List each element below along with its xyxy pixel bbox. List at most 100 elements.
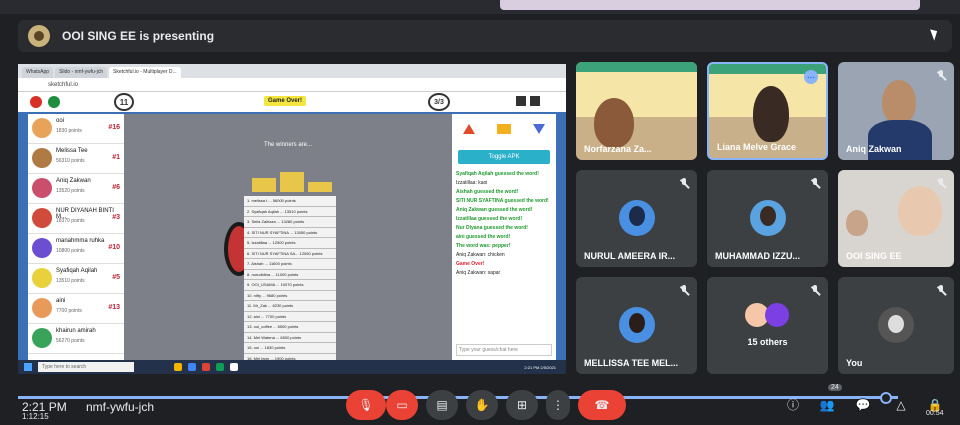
participant-name: Liana Melve Grace <box>717 142 797 152</box>
camera-off-icon: ▭ <box>396 398 408 412</box>
game-topbar: 11 Game Over! 3/3 <box>18 92 566 112</box>
taskbar-search[interactable]: Type here to search <box>38 362 134 372</box>
player-avatar <box>32 208 52 228</box>
chat-message: Izzatillaa: kaoi <box>456 180 488 186</box>
participant-tile[interactable]: Aniq Zakwan <box>838 62 954 160</box>
app-icon[interactable] <box>188 363 196 371</box>
leave-call-button[interactable]: ☎ <box>578 390 626 420</box>
participant-name: Norfarzana Za... <box>584 144 652 154</box>
participant-tile[interactable]: MELLISSA TEE MEL... <box>576 277 697 374</box>
app-icon[interactable] <box>174 363 182 371</box>
exit-icon[interactable] <box>30 96 42 108</box>
activities-icon[interactable]: △ <box>892 396 910 414</box>
player-avatar <box>32 118 52 138</box>
browser-tab[interactable]: WhatsApp <box>22 67 54 78</box>
player-rank: #13 <box>108 304 120 311</box>
score-row: 6. SITI NUR SYAFTINA SA... 12050 points <box>244 248 336 259</box>
player-points: 10800 points <box>56 248 85 254</box>
player-avatar <box>32 238 52 258</box>
presenter-label: OOI SING EE is presenting <box>62 29 215 43</box>
player-name: aini <box>56 298 66 304</box>
phone-hangup-icon: ☎ <box>594 398 610 412</box>
podium-first <box>280 172 304 192</box>
more-options-icon[interactable]: ⋯ <box>804 70 818 84</box>
save-icon[interactable] <box>516 96 526 106</box>
captions-button[interactable]: ▤ <box>426 390 458 420</box>
player-row: aini 7700 points #13 <box>28 294 124 324</box>
podium-second <box>252 178 276 192</box>
player-name: manahmma ruhka <box>56 238 105 244</box>
others-tile[interactable]: 15 others <box>707 277 828 374</box>
chat-input[interactable]: Type your guess/chat here <box>456 344 552 356</box>
score-row: 12. aini ... 7700 points <box>244 311 336 322</box>
cursor-icon <box>930 27 940 41</box>
player-row: NUR DIYANAH BINTI M... 18370 points #3 <box>28 204 124 234</box>
game-tools <box>516 96 540 106</box>
round-progress: 3/3 <box>428 93 450 111</box>
present-button[interactable]: ⊞ <box>506 390 538 420</box>
progress-bar[interactable] <box>18 396 898 399</box>
winners-podium <box>252 166 332 192</box>
player-name: khairun amirah <box>56 328 96 334</box>
raise-hand-button[interactable]: ✋ <box>466 390 498 420</box>
self-tile[interactable]: You <box>838 277 954 374</box>
drawing-canvas[interactable]: The winners are... 1. melissa t ... 5600… <box>124 114 452 374</box>
participant-tile[interactable]: OOI SING EE <box>838 170 954 267</box>
mic-off-icon <box>810 178 820 190</box>
chat-message: aini guessed the word! <box>456 234 511 240</box>
present-icon: ⊞ <box>516 398 528 412</box>
app-icon[interactable] <box>230 363 238 371</box>
player-points: 13510 points <box>56 278 85 284</box>
participant-name: OOI SING EE <box>846 251 902 261</box>
fullscreen-icon[interactable] <box>530 96 540 106</box>
participant-tile-speaking[interactable]: ⋯ Liana Melve Grace <box>707 62 828 160</box>
player-avatar <box>32 178 52 198</box>
people-count-badge: 24 <box>828 384 842 391</box>
address-bar[interactable]: sketchful.io <box>18 78 566 92</box>
mic-off-button[interactable]: 🎙 <box>346 390 386 420</box>
app-icon[interactable] <box>202 363 210 371</box>
participant-video-small <box>846 210 868 236</box>
upvote-icon[interactable] <box>463 124 475 134</box>
player-points: 56270 points <box>56 338 85 344</box>
progress-knob[interactable] <box>880 392 892 404</box>
round-counter: 11 <box>114 93 134 111</box>
chat-message: Game Over! <box>456 261 485 267</box>
remaining-time: 00:54 <box>926 410 944 417</box>
info-icon[interactable]: ⓘ <box>784 396 802 414</box>
shared-screen[interactable]: WhatsApp Slido - nmf-ywfu-jch Sketchful.… <box>18 64 566 374</box>
participant-tile[interactable]: NURUL AMEERA IR... <box>576 170 697 267</box>
people-icon[interactable]: 👥 <box>818 396 836 414</box>
toggle-apk-button[interactable]: Toggle APK <box>458 150 550 164</box>
crown-icon[interactable] <box>497 124 511 134</box>
score-row: 15. ooi ... 1830 points <box>244 343 336 354</box>
downvote-icon[interactable] <box>533 124 545 134</box>
camera-off-button[interactable]: ▭ <box>386 390 418 420</box>
participant-tile[interactable]: Norfarzana Za... <box>576 62 697 160</box>
taskbar-apps <box>174 363 238 371</box>
score-row: 9. OOI_USAMA ... 10070 points <box>244 280 336 291</box>
player-points: 13520 points <box>56 188 85 194</box>
sound-icon[interactable] <box>48 96 60 108</box>
more-options-button[interactable]: ⋮ <box>546 390 570 420</box>
browser-tab[interactable]: Slido - nmf-ywfu-jch <box>55 67 107 78</box>
others-count: 15 others <box>747 337 788 347</box>
participant-video <box>753 86 789 142</box>
chat-icon[interactable]: 💬 <box>854 396 872 414</box>
player-rank: #16 <box>108 124 120 131</box>
participant-tile[interactable]: MUHAMMAD IZZU... <box>707 170 828 267</box>
elapsed-time: 1:12:15 <box>22 412 49 421</box>
app-icon[interactable] <box>216 363 224 371</box>
player-avatar <box>32 148 52 168</box>
browser-tab-active[interactable]: Sketchful.io - Multiplayer D... <box>108 67 181 78</box>
more-vert-icon: ⋮ <box>552 398 564 412</box>
chat-message: Izzatillaa guessed the word! <box>456 216 523 222</box>
windows-start-icon[interactable] <box>24 363 32 371</box>
player-row: Melissa Tee 56310 points #1 <box>28 144 124 174</box>
player-name: Melissa Tee <box>56 148 88 154</box>
player-name: Aniq Zakwan <box>56 178 91 184</box>
chat-message: Syafiqah Aqilah guessed the word! <box>456 171 539 177</box>
self-name: You <box>846 358 863 368</box>
score-row: 1. melissa t ... 56000 points <box>244 196 336 207</box>
player-name: ooi <box>56 118 65 124</box>
